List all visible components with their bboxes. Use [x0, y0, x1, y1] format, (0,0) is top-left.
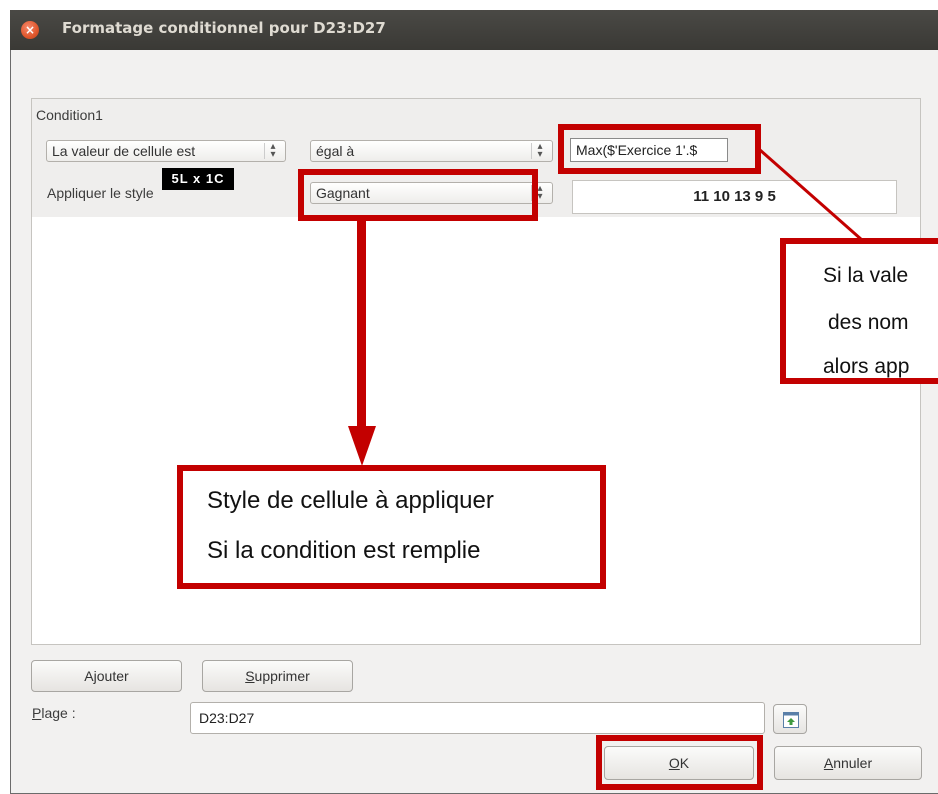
connector-line [759, 148, 863, 242]
bottom-callout: Style de cellule à appliquer Si la condi… [177, 465, 606, 589]
ok-button[interactable]: OK [604, 746, 754, 780]
delete-button-label: Supprimer [245, 668, 310, 684]
cancel-button-label: Annuler [823, 755, 873, 771]
range-input[interactable]: D23:D27 [190, 702, 765, 734]
add-button-label: Ajouter [84, 668, 129, 684]
shrink-selection-icon [783, 712, 799, 728]
callout-line: des nom [828, 311, 909, 334]
callout-line: Si la vale [823, 264, 909, 287]
right-callout: Si la vale des nom alors app [780, 238, 938, 384]
add-button[interactable]: Ajouter [31, 660, 182, 692]
callout-line: Si la condition est remplie [207, 537, 481, 564]
range-label: Plage : [32, 705, 76, 721]
callout-line: alors app [823, 355, 910, 378]
arrow-down-icon [348, 426, 376, 466]
cancel-button[interactable]: Annuler [774, 746, 922, 780]
delete-button[interactable]: Supprimer [202, 660, 353, 692]
arrow-shaft [357, 218, 366, 438]
shrink-button[interactable] [773, 704, 807, 734]
callout-line: Style de cellule à appliquer [207, 487, 494, 514]
ok-button-label: OK [668, 755, 690, 771]
